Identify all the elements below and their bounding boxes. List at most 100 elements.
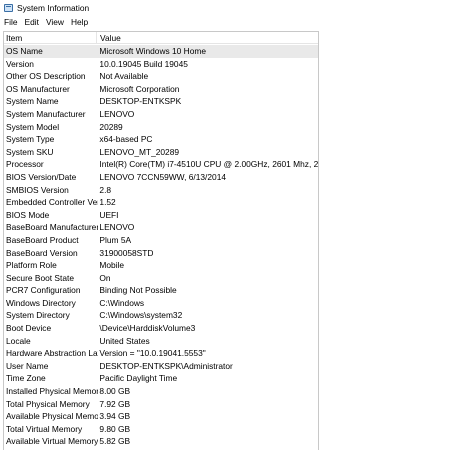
row-value-cell: LENOVO_MT_20289 bbox=[99, 146, 180, 157]
column-header-value[interactable]: Value bbox=[97, 32, 317, 44]
row-item-cell: System Manufacturer bbox=[6, 108, 86, 119]
row-item-cell: BaseBoard Product bbox=[6, 234, 79, 245]
table-row[interactable]: System SKU LENOVO_MT_20289 bbox=[4, 146, 318, 159]
table-row[interactable]: OS Manufacturer Microsoft Corporation bbox=[4, 83, 318, 96]
row-value-cell: DESKTOP-ENTKSPK bbox=[99, 96, 182, 107]
row-value-cell: LENOVO 7CCN59WW, 6/13/2014 bbox=[99, 171, 227, 182]
table-row[interactable]: Boot Device \Device\HarddiskVolume3 bbox=[4, 322, 318, 335]
row-item-cell: Hardware Abstraction Layer bbox=[6, 348, 98, 359]
table-row[interactable]: Embedded Controller Version1.52 bbox=[4, 196, 318, 209]
table-row[interactable]: Secure Boot State On bbox=[4, 272, 318, 285]
row-item-cell: BIOS Version/Date bbox=[6, 171, 77, 182]
menu-edit[interactable]: Edit bbox=[22, 15, 42, 29]
row-value-cell: 8.00 GB bbox=[99, 386, 131, 397]
row-item-cell: User Name bbox=[6, 360, 49, 371]
table-row[interactable]: Installed Physical Memory (RAM)8.00 GB bbox=[4, 385, 318, 398]
row-item-cell: Boot Device bbox=[6, 323, 52, 334]
row-value-cell: 7.92 GB bbox=[99, 398, 131, 409]
row-value-cell: 5.82 GB bbox=[99, 436, 131, 447]
table-row[interactable]: BaseBoard Product Plum 5A bbox=[4, 234, 318, 247]
row-item-cell: Secure Boot State bbox=[6, 272, 74, 283]
table-row[interactable]: Version 10.0.19045 Build 19045 bbox=[4, 58, 318, 71]
empty-area bbox=[319, 31, 465, 450]
row-item-cell: Available Virtual Memory bbox=[6, 436, 99, 447]
table-row[interactable]: Total Physical Memory 7.92 GB bbox=[4, 398, 318, 411]
table-row[interactable]: OS Name Microsoft Windows 10 Home bbox=[4, 45, 318, 58]
row-value-cell: Intel(R) Core(TM) i7-4510U CPU @ 2.00GHz… bbox=[99, 159, 318, 170]
row-value-cell: Pacific Daylight Time bbox=[99, 373, 178, 384]
row-value-cell: 2.8 bbox=[99, 184, 112, 195]
row-value-cell: Plum 5A bbox=[99, 234, 132, 245]
table-row[interactable]: PCR7 Configuration Binding Not Possible bbox=[4, 284, 318, 297]
row-value-cell: 31900058STD bbox=[99, 247, 154, 258]
row-value-cell: Version = "10.0.19041.5553" bbox=[99, 348, 206, 359]
system-information-window: System Information File Edit View Help I… bbox=[0, 0, 465, 450]
table-row[interactable]: Processor Intel(R) Core(TM) i7-4510U CPU … bbox=[4, 158, 318, 171]
row-item-cell: Windows Directory bbox=[6, 297, 76, 308]
row-value-cell: C:\Windows\system32 bbox=[99, 310, 183, 321]
table-row[interactable]: BaseBoard Manufacturer LENOVO bbox=[4, 221, 318, 234]
row-value-cell: DESKTOP-ENTKSPK\Administrator bbox=[99, 360, 233, 371]
row-value-cell: 9.80 GB bbox=[99, 423, 131, 434]
row-value-cell: On bbox=[99, 272, 111, 283]
row-item-cell: Total Virtual Memory bbox=[6, 423, 83, 434]
table-row[interactable]: User Name DESKTOP-ENTKSPK\Administrator bbox=[4, 360, 318, 373]
table-row[interactable]: Total Virtual Memory 9.80 GB bbox=[4, 423, 318, 436]
row-value-cell: LENOVO bbox=[99, 222, 135, 233]
row-item-cell: Embedded Controller Version bbox=[6, 197, 98, 208]
column-header-item[interactable]: Item bbox=[4, 32, 97, 44]
table-row[interactable]: System Model 20289 bbox=[4, 121, 318, 134]
row-item-cell: BIOS Mode bbox=[6, 209, 50, 220]
table-row[interactable]: Platform Role Mobile bbox=[4, 259, 318, 272]
row-item-cell: Available Physical Memory bbox=[6, 411, 99, 422]
row-item-cell: System Name bbox=[6, 96, 59, 107]
row-item-cell: SMBIOS Version bbox=[6, 184, 69, 195]
row-value-cell: UEFI bbox=[99, 209, 119, 220]
table-row[interactable]: Available Physical Memory 3.94 GB bbox=[4, 410, 318, 423]
row-value-cell: 3.94 GB bbox=[99, 411, 131, 422]
row-value-cell: Microsoft Windows 10 Home bbox=[99, 46, 206, 56]
table-row[interactable]: Other OS Description Not Available bbox=[4, 70, 318, 83]
menu-view[interactable]: View bbox=[43, 15, 67, 29]
row-value-cell: 20289 bbox=[99, 121, 123, 132]
row-item-cell: Total Physical Memory bbox=[6, 398, 90, 409]
menu-help[interactable]: Help bbox=[68, 15, 91, 29]
table-row[interactable]: System Type x64-based PC bbox=[4, 133, 318, 146]
table-row[interactable]: SMBIOS Version 2.8 bbox=[4, 184, 318, 197]
row-value-cell: 10.0.19045 Build 19045 bbox=[99, 58, 188, 69]
table-row[interactable]: Windows Directory C:\Windows bbox=[4, 297, 318, 310]
system-information-icon bbox=[3, 3, 13, 13]
row-item-cell: BaseBoard Manufacturer bbox=[6, 222, 99, 233]
row-item-cell: PCR7 Configuration bbox=[6, 285, 81, 296]
row-item-cell: Version bbox=[6, 58, 34, 69]
row-item-cell: Time Zone bbox=[6, 373, 46, 384]
row-item-cell: Locale bbox=[6, 335, 31, 346]
row-item-cell: System SKU bbox=[6, 146, 54, 157]
row-value-cell: Not Available bbox=[99, 71, 149, 82]
table-header: Item Value bbox=[4, 32, 318, 44]
table-row[interactable]: Hardware Abstraction LayerVersion = "10.… bbox=[4, 347, 318, 360]
table-row[interactable]: BIOS Version/Date LENOVO 7CCN59WW, 6/13/2… bbox=[4, 171, 318, 184]
row-item-cell: System Model bbox=[6, 121, 60, 132]
row-item-cell: BaseBoard Version bbox=[6, 247, 78, 258]
row-item-cell: Processor bbox=[6, 159, 44, 170]
row-value-cell: Mobile bbox=[99, 260, 125, 271]
table-row[interactable]: System Name DESKTOP-ENTKSPK bbox=[4, 95, 318, 108]
table-row[interactable]: BaseBoard Version 31900058STD bbox=[4, 247, 318, 260]
table-row[interactable]: Time Zone Pacific Daylight Time bbox=[4, 372, 318, 385]
row-value-cell: x64-based PC bbox=[99, 134, 153, 145]
row-item-cell: OS Name bbox=[6, 46, 43, 56]
title-bar: System Information bbox=[0, 0, 465, 15]
table-row[interactable]: System Directory C:\Windows\system32 bbox=[4, 309, 318, 322]
table-body: OS Name Microsoft Windows 10 Home Version 1… bbox=[4, 45, 318, 448]
row-value-cell: Microsoft Corporation bbox=[99, 83, 180, 94]
row-item-cell: System Directory bbox=[6, 310, 70, 321]
menu-file[interactable]: File bbox=[1, 15, 21, 29]
table-row[interactable]: Locale United States bbox=[4, 335, 318, 348]
row-item-cell: Platform Role bbox=[6, 260, 57, 271]
table-row[interactable]: Available Virtual Memory 5.82 GB bbox=[4, 435, 318, 448]
row-value-cell: 1.52 bbox=[99, 197, 116, 208]
table-row[interactable]: System Manufacturer LENOVO bbox=[4, 108, 318, 121]
row-value-cell: Binding Not Possible bbox=[99, 285, 177, 296]
table-row[interactable]: BIOS Mode UEFI bbox=[4, 209, 318, 222]
